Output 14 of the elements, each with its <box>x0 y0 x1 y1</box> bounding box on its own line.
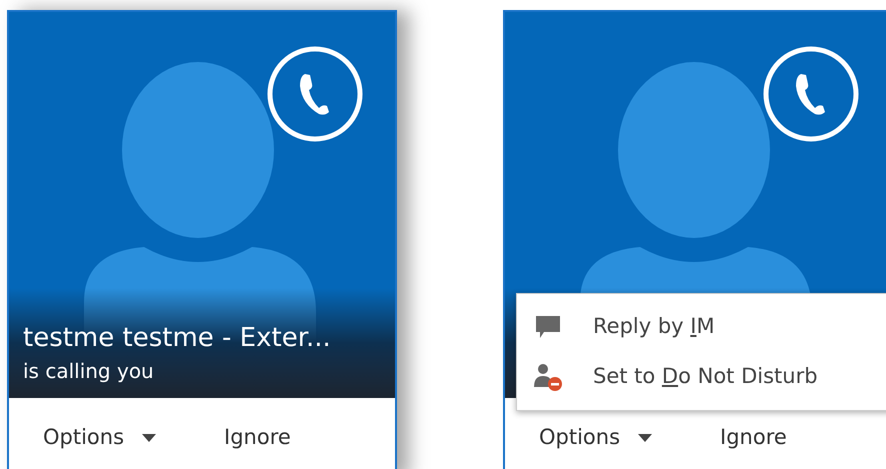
options-button[interactable]: Options <box>41 422 158 454</box>
caret-icon <box>142 434 156 442</box>
chat-bubble-icon <box>534 314 562 340</box>
caret-icon <box>638 434 652 442</box>
menu-item[interactable]: Reply by IM <box>593 311 715 343</box>
ignore-button[interactable]: Ignore <box>718 422 789 454</box>
call-status: is calling you <box>23 358 155 384</box>
caller-name: testme testme - Exter... <box>23 322 331 354</box>
options-button[interactable]: Options <box>537 422 654 454</box>
ignore-button[interactable]: Ignore <box>222 422 293 454</box>
phone-icon <box>763 46 859 142</box>
menu-item[interactable]: Set to Do Not Disturb <box>593 361 818 393</box>
person-busy-icon <box>533 363 563 391</box>
phone-icon <box>267 46 363 142</box>
